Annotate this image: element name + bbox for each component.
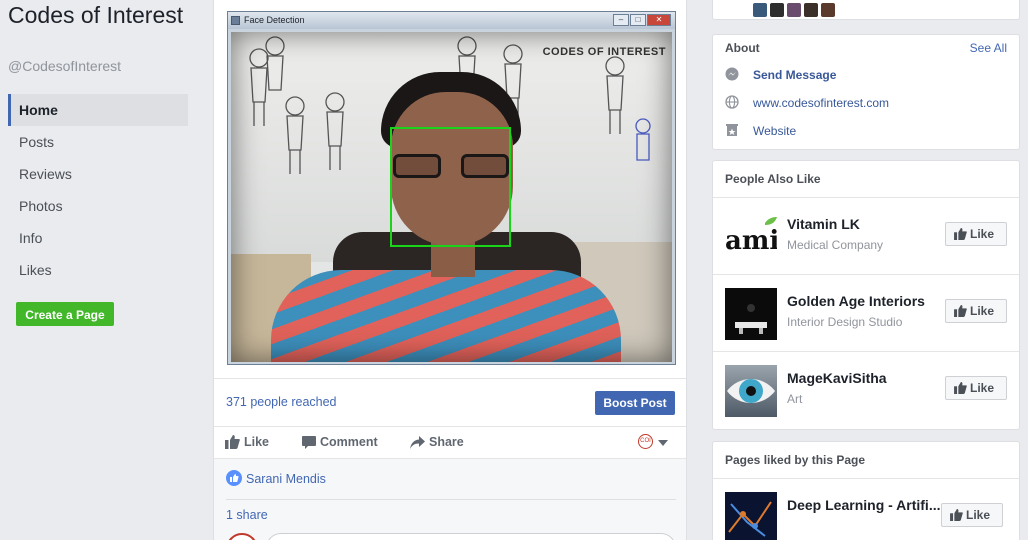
window-controls: – □ ✕ bbox=[613, 14, 671, 26]
window-title: Face Detection bbox=[244, 15, 305, 25]
page-name-link[interactable]: Vitamin LK bbox=[787, 216, 860, 232]
maximize-icon: □ bbox=[630, 14, 646, 26]
people-reached-link[interactable]: 371 people reached bbox=[226, 395, 337, 409]
comment-icon bbox=[302, 436, 316, 449]
like-reaction-icon bbox=[226, 470, 242, 486]
vignette bbox=[231, 32, 672, 362]
like-page-button[interactable]: Like bbox=[945, 222, 1007, 246]
avatar bbox=[226, 533, 258, 540]
list-item: MageKaviSitha Art Like bbox=[713, 351, 1019, 427]
page-title[interactable]: Codes of Interest bbox=[8, 2, 188, 28]
nav-list: Home Posts Reviews Photos Info Likes bbox=[8, 94, 188, 286]
page-thumbnail[interactable]: ami bbox=[725, 211, 777, 263]
see-all-link[interactable]: See All bbox=[970, 41, 1007, 55]
nav-item-reviews[interactable]: Reviews bbox=[8, 158, 188, 190]
avatar[interactable] bbox=[787, 3, 801, 17]
post-card: Face Detection – □ ✕ CODES OF INTEREST 3… bbox=[213, 0, 687, 540]
page-name-link[interactable]: Deep Learning - Artifi... bbox=[787, 497, 941, 513]
list-item: ami Vitamin LK Medical Company Like bbox=[713, 197, 1019, 273]
comment-input[interactable] bbox=[266, 533, 676, 540]
pages-liked-title: Pages liked by this Page bbox=[725, 453, 866, 467]
minimize-icon: – bbox=[613, 14, 629, 26]
page-handle[interactable]: @CodesofInterest bbox=[8, 58, 121, 74]
thumbs-up-icon bbox=[954, 382, 967, 394]
avatar[interactable] bbox=[753, 3, 767, 17]
pages-liked-card: Pages liked by this Page Deep Learning -… bbox=[712, 441, 1020, 540]
like-page-button[interactable]: Like bbox=[945, 299, 1007, 323]
liked-by[interactable]: Sarani Mendis bbox=[226, 470, 326, 486]
post-social-summary: Sarani Mendis 1 share bbox=[214, 458, 686, 540]
comment-button[interactable]: Comment bbox=[302, 427, 378, 459]
avatar[interactable] bbox=[770, 3, 784, 17]
thumbs-up-icon bbox=[225, 435, 240, 449]
share-icon bbox=[410, 436, 425, 449]
nav-item-info[interactable]: Info bbox=[8, 222, 188, 254]
list-item: Deep Learning - Artifi... Like bbox=[713, 478, 1019, 540]
close-icon: ✕ bbox=[647, 14, 671, 26]
globe-icon bbox=[725, 95, 739, 109]
avatar[interactable] bbox=[804, 3, 818, 17]
thumbs-up-icon bbox=[954, 305, 967, 317]
boost-post-button[interactable]: Boost Post bbox=[595, 391, 675, 415]
reach-row: 371 people reached Boost Post bbox=[214, 378, 686, 426]
page-thumbnail[interactable] bbox=[725, 365, 777, 417]
window-titlebar: Face Detection – □ ✕ bbox=[228, 12, 675, 29]
website-icon bbox=[726, 124, 738, 136]
like-page-button[interactable]: Like bbox=[941, 503, 1003, 527]
page-category: Art bbox=[787, 392, 803, 406]
svg-text:ami: ami bbox=[725, 226, 777, 256]
nav-item-photos[interactable]: Photos bbox=[8, 190, 188, 222]
left-nav: Codes of Interest @CodesofInterest Home … bbox=[0, 0, 200, 540]
page-avatar-icon[interactable]: COI bbox=[638, 434, 653, 449]
people-also-like-title: People Also Like bbox=[725, 172, 821, 186]
people-also-like-card: People Also Like ami Vitamin LK Medical … bbox=[712, 160, 1020, 430]
divider bbox=[226, 499, 676, 500]
page-category: Interior Design Studio bbox=[787, 315, 903, 329]
page-thumbnail[interactable] bbox=[725, 288, 777, 340]
about-card: About See All Send Message www.codesofin… bbox=[712, 34, 1020, 150]
post-image-window[interactable]: Face Detection – □ ✕ CODES OF INTEREST bbox=[227, 11, 676, 365]
about-title: About bbox=[725, 41, 760, 55]
nav-item-home[interactable]: Home bbox=[8, 94, 188, 126]
messenger-icon bbox=[725, 67, 739, 81]
nav-item-likes[interactable]: Likes bbox=[8, 254, 188, 286]
page-category: Medical Company bbox=[787, 238, 884, 252]
page-name-link[interactable]: Golden Age Interiors bbox=[787, 293, 925, 309]
friends-card bbox=[712, 0, 1020, 20]
app-icon bbox=[231, 16, 240, 25]
friends-avatars bbox=[753, 3, 835, 17]
like-page-button[interactable]: Like bbox=[945, 376, 1007, 400]
thumbs-up-icon bbox=[950, 509, 963, 521]
list-item: Golden Age Interiors Interior Design Stu… bbox=[713, 274, 1019, 350]
thumbs-up-icon bbox=[954, 228, 967, 240]
chevron-down-icon[interactable] bbox=[658, 440, 668, 446]
create-page-button[interactable]: Create a Page bbox=[16, 302, 114, 326]
post-actions: Like Comment Share COI bbox=[214, 426, 686, 458]
webcam-frame: CODES OF INTEREST bbox=[231, 32, 672, 362]
page-name-link[interactable]: MageKaviSitha bbox=[787, 370, 887, 386]
avatar[interactable] bbox=[821, 3, 835, 17]
shares-link[interactable]: 1 share bbox=[226, 508, 268, 522]
like-button[interactable]: Like bbox=[225, 427, 269, 459]
share-button[interactable]: Share bbox=[410, 427, 464, 459]
nav-item-posts[interactable]: Posts bbox=[8, 126, 188, 158]
page-thumbnail[interactable] bbox=[725, 492, 777, 540]
